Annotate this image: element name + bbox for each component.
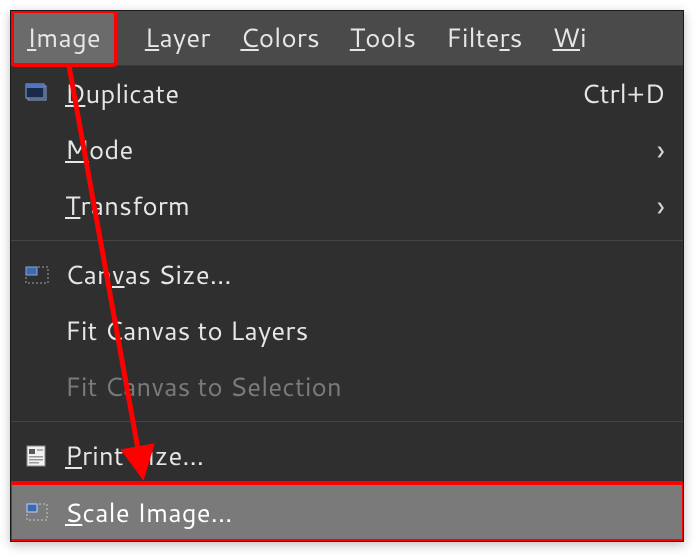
menubar-item-image[interactable]: Image	[13, 12, 115, 64]
chevron-right-icon: ›	[657, 135, 665, 165]
menubar-label-tools: ools	[365, 20, 416, 56]
menu-item-scale-image[interactable]: Scale Image...	[11, 484, 683, 540]
print-size-icon	[25, 445, 65, 467]
menu-item-fit-canvas-selection: Fit Canvas to Selection	[11, 359, 683, 415]
menubar: Image Layer Colors Tools Filters Wi	[11, 11, 683, 66]
menu-separator	[11, 240, 683, 241]
menu-separator	[11, 421, 683, 422]
scale-image-icon	[25, 502, 65, 524]
menubar-label-colors: olors	[259, 20, 320, 56]
menubar-item-windows[interactable]: Wi	[553, 20, 587, 56]
menubar-item-tools[interactable]: Tools	[350, 20, 416, 56]
menu-label-fit-layers: Fit Canvas to Layers	[65, 313, 665, 349]
shortcut-duplicate: Ctrl+D	[581, 76, 665, 112]
menu-label-fit-selection: Fit Canvas to Selection	[65, 369, 665, 405]
menubar-item-filters[interactable]: Filters	[446, 20, 523, 56]
dropdown-menu-image: Duplicate Ctrl+D Mode › Transform › Canv…	[11, 66, 683, 540]
menu-label-duplicate: uplicate	[85, 76, 179, 112]
chevron-right-icon: ›	[657, 191, 665, 221]
menu-item-transform[interactable]: Transform ›	[11, 178, 683, 234]
menu-label-transform: ransform	[80, 188, 190, 224]
menu-item-print-size[interactable]: Print Size...	[11, 428, 683, 484]
menu-label-mode: ode	[89, 132, 133, 168]
menubar-label-image: mage	[36, 20, 101, 56]
canvas-size-icon	[25, 264, 65, 286]
menu-label-scale-image: cale Image...	[82, 495, 232, 531]
duplicate-icon	[25, 83, 65, 105]
menu-label-print-size: rint Size...	[82, 438, 204, 474]
menubar-label-layer: ayer	[159, 20, 210, 56]
menu-item-duplicate[interactable]: Duplicate Ctrl+D	[11, 66, 683, 122]
menu-item-canvas-size[interactable]: Canvas Size...	[11, 247, 683, 303]
menu-item-mode[interactable]: Mode ›	[11, 122, 683, 178]
menu-item-fit-canvas-layers[interactable]: Fit Canvas to Layers	[11, 303, 683, 359]
menubar-item-colors[interactable]: Colors	[240, 20, 319, 56]
menubar-item-layer[interactable]: Layer	[145, 20, 211, 56]
